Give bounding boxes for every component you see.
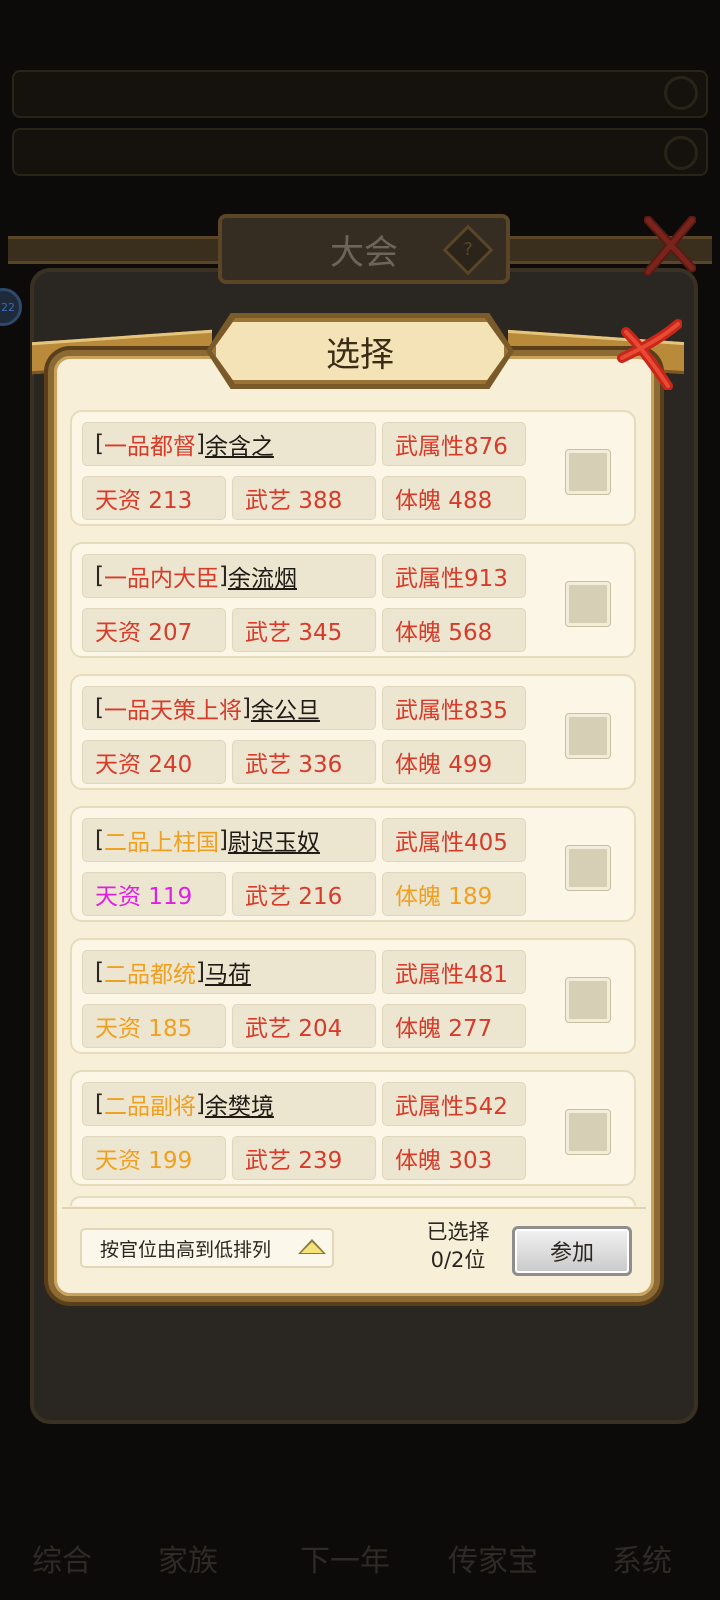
candidate-card[interactable]: [二品副将] 余樊境 武属性542 天资 199 武艺 239 体魄 303 xyxy=(70,1070,636,1186)
candidate-card[interactable]: [一品都督] 余含之 武属性876 天资 213 武艺 388 体魄 488 xyxy=(70,410,636,526)
nav-item-4[interactable]: 系统 xyxy=(612,1536,672,1580)
bracket-open: [ xyxy=(95,827,104,853)
candidate-title: [一品天策上将] 余公旦 xyxy=(82,686,376,730)
side-badge-count: 22 xyxy=(1,300,15,314)
bracket-open: [ xyxy=(95,1091,104,1117)
sort-button[interactable]: 按官位由高到低排列 xyxy=(80,1228,334,1268)
talent-value: 天资 199 xyxy=(82,1136,226,1180)
candidate-title: [二品都统] 马荷 xyxy=(82,950,376,994)
candidate-name[interactable]: 余流烟 xyxy=(228,559,297,593)
nav-item-2[interactable]: 下一年 xyxy=(300,1536,390,1580)
bracket-close: ] xyxy=(195,959,205,985)
outer-title: 大会 xyxy=(330,232,398,273)
candidate-title: [一品都督] 余含之 xyxy=(82,422,376,466)
bracket-open: [ xyxy=(95,695,104,721)
selected-value: 0/2位 xyxy=(430,1248,486,1272)
selected-label: 已选择 xyxy=(426,1220,490,1244)
martial-value: 武艺 345 xyxy=(232,608,376,652)
nav-item-1[interactable]: 家族 xyxy=(158,1536,218,1580)
nav-item-0[interactable]: 综合 xyxy=(32,1536,92,1580)
outer-close-icon[interactable] xyxy=(644,216,696,276)
footer-divider xyxy=(62,1207,646,1209)
select-checkbox[interactable] xyxy=(566,450,610,494)
candidate-name[interactable]: 余公旦 xyxy=(251,691,320,725)
candidate-card[interactable]: [二品上柱国] 尉迟玉奴 武属性405 天资 119 武艺 216 体魄 189 xyxy=(70,806,636,922)
attribute-value: 武属性405 xyxy=(382,818,526,862)
candidate-name[interactable]: 尉迟玉奴 xyxy=(228,823,320,857)
martial-value: 武艺 204 xyxy=(232,1004,376,1048)
physique-value: 体魄 303 xyxy=(382,1136,526,1180)
bg-add-icon xyxy=(664,136,698,170)
talent-value: 天资 207 xyxy=(82,608,226,652)
candidate-name[interactable]: 余含之 xyxy=(205,427,274,461)
attribute-value: 武属性542 xyxy=(382,1082,526,1126)
bracket-open: [ xyxy=(95,959,104,985)
bg-help-icon xyxy=(664,76,698,110)
select-checkbox[interactable] xyxy=(566,1110,610,1154)
talent-value: 天资 240 xyxy=(82,740,226,784)
martial-value: 武艺 388 xyxy=(232,476,376,520)
selected-count: 已选择 0/2位 xyxy=(420,1218,496,1274)
select-checkbox[interactable] xyxy=(566,714,610,758)
candidate-list[interactable]: [一品都督] 余含之 武属性876 天资 213 武艺 388 体魄 488 [一… xyxy=(60,410,650,1202)
sort-label: 按官位由高到低排列 xyxy=(100,1238,272,1261)
candidate-title: [一品内大臣] 余流烟 xyxy=(82,554,376,598)
select-checkbox[interactable] xyxy=(566,846,610,890)
physique-value: 体魄 277 xyxy=(382,1004,526,1048)
nav-item-3[interactable]: 传家宝 xyxy=(448,1536,538,1580)
candidate-title: [二品副将] 余樊境 xyxy=(82,1082,376,1126)
bracket-close: ] xyxy=(218,827,228,853)
candidate-name[interactable]: 余樊境 xyxy=(205,1087,274,1121)
bracket-open: [ xyxy=(95,563,104,589)
bracket-close: ] xyxy=(218,563,228,589)
bracket-close: ] xyxy=(195,1091,205,1117)
join-label: 参加 xyxy=(549,1241,594,1266)
next-card-peek xyxy=(70,1196,636,1206)
candidate-name[interactable]: 马荷 xyxy=(205,955,251,989)
side-badge[interactable]: 22 xyxy=(0,288,22,326)
select-checkbox[interactable] xyxy=(566,582,610,626)
martial-value: 武艺 216 xyxy=(232,872,376,916)
candidate-card[interactable]: [一品内大臣] 余流烟 武属性913 天资 207 武艺 345 体魄 568 xyxy=(70,542,636,658)
attribute-value: 武属性913 xyxy=(382,554,526,598)
attribute-value: 武属性481 xyxy=(382,950,526,994)
dialog-title: 选择 xyxy=(326,334,394,375)
bg-resource-bar xyxy=(12,128,708,176)
rank-label: 二品上柱国 xyxy=(103,830,219,856)
bracket-open: [ xyxy=(95,431,104,457)
physique-value: 体魄 499 xyxy=(382,740,526,784)
candidate-title: [二品上柱国] 尉迟玉奴 xyxy=(82,818,376,862)
select-checkbox[interactable] xyxy=(566,978,610,1022)
martial-value: 武艺 336 xyxy=(232,740,376,784)
bracket-close: ] xyxy=(195,431,205,457)
martial-value: 武艺 239 xyxy=(232,1136,376,1180)
physique-value: 体魄 189 xyxy=(382,872,526,916)
join-button[interactable]: 参加 xyxy=(512,1226,632,1276)
physique-value: 体魄 568 xyxy=(382,608,526,652)
rank-label: 一品都督 xyxy=(103,434,196,460)
talent-value: 天资 213 xyxy=(82,476,226,520)
rank-label: 二品副将 xyxy=(103,1094,196,1120)
help-glyph: ? xyxy=(463,239,473,260)
bg-top-bar xyxy=(12,70,708,118)
talent-value: 天资 119 xyxy=(82,872,226,916)
sort-triangle-fill xyxy=(301,1242,323,1253)
rank-label: 一品天策上将 xyxy=(103,698,242,724)
physique-value: 体魄 488 xyxy=(382,476,526,520)
attribute-value: 武属性876 xyxy=(382,422,526,466)
talent-value: 天资 185 xyxy=(82,1004,226,1048)
candidate-card[interactable]: [一品天策上将] 余公旦 武属性835 天资 240 武艺 336 体魄 499 xyxy=(70,674,636,790)
dialog-title-plate: 选择 xyxy=(212,318,508,384)
attribute-value: 武属性835 xyxy=(382,686,526,730)
rank-label: 二品都统 xyxy=(103,962,196,988)
candidate-card[interactable]: [二品都统] 马荷 武属性481 天资 185 武艺 204 体魄 277 xyxy=(70,938,636,1054)
rank-label: 一品内大臣 xyxy=(103,566,219,592)
bracket-close: ] xyxy=(241,695,251,721)
close-icon[interactable] xyxy=(612,318,682,390)
